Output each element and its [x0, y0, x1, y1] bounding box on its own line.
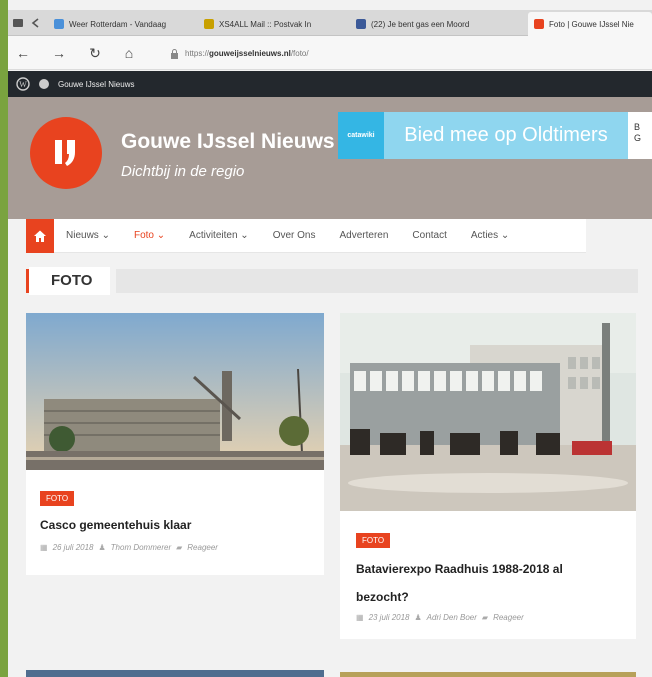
- page-title: FOTO: [29, 267, 111, 295]
- url-host: gouweijsselnieuws.nl: [209, 49, 291, 58]
- address-toolbar: ← → ↻ ⌂ https://gouweijsselnieuws.nl/fot…: [8, 36, 652, 70]
- weather-favicon-icon: [54, 19, 64, 29]
- url-scheme: https://: [185, 49, 210, 58]
- house-icon: [34, 230, 46, 242]
- post-card: FOTO Casco gemeentehuis klaar ▦ 26 juli …: [26, 313, 324, 575]
- admin-bar: W Gouwe IJssel Nieuws: [8, 71, 652, 97]
- mail-favicon-icon: [204, 19, 214, 29]
- site-favicon-icon: [534, 19, 544, 29]
- tab-weather[interactable]: Weer Rotterdam - Vandaag: [48, 13, 196, 35]
- ad-side-line: G: [634, 133, 642, 143]
- tab-label: Foto | Gouwe IJssel Nie: [549, 19, 634, 29]
- menu-item-contact[interactable]: Contact: [400, 219, 458, 253]
- post-meta: ▦ 26 juli 2018 ♟ Thom Dommerer ▰ Reageer: [40, 543, 218, 552]
- post-image-peek[interactable]: [340, 672, 636, 677]
- post-image-town-hall-construction[interactable]: [26, 313, 324, 470]
- calendar-icon: ▦: [356, 613, 364, 622]
- post-image-peek[interactable]: [26, 670, 324, 677]
- tab-label: XS4ALL Mail :: Postvak In: [219, 19, 312, 29]
- svg-text:W: W: [19, 80, 27, 89]
- category-badge[interactable]: FOTO: [356, 533, 391, 548]
- admin-site-link[interactable]: Gouwe IJssel Nieuws: [58, 80, 134, 89]
- site-title[interactable]: Gouwe IJssel Nieuws: [121, 130, 335, 154]
- post-date[interactable]: 23 juli 2018: [369, 613, 410, 622]
- post-comments-link[interactable]: Reageer: [493, 613, 524, 622]
- comment-icon: ▰: [176, 543, 183, 552]
- user-icon: ♟: [98, 543, 106, 552]
- ad-banner[interactable]: catawiki Bied mee op Oldtimers B G: [338, 112, 652, 159]
- wordpress-icon[interactable]: W: [16, 77, 30, 91]
- menu-label: Foto: [133, 229, 154, 241]
- tab-bar: Weer Rotterdam - Vandaag XS4ALL Mail :: …: [8, 10, 652, 36]
- site-header: Gouwe IJssel Nieuws Dichtbij in de regio…: [8, 97, 652, 219]
- menu-label: Over Ons: [272, 229, 316, 241]
- menu-label: Adverteren: [339, 229, 389, 241]
- lock-icon: [171, 48, 178, 59]
- section-heading: FOTO: [26, 267, 638, 295]
- comment-icon: ▰: [481, 613, 489, 622]
- home-icon[interactable]: ⌂: [120, 44, 138, 62]
- post-author[interactable]: Thom Dommerer: [111, 543, 171, 552]
- site-logo[interactable]: [30, 117, 102, 189]
- window-icon[interactable]: [12, 17, 24, 29]
- post-card: FOTO Batavierexpo Raadhuis 1988-2018 al …: [340, 313, 636, 639]
- calendar-icon: ▦: [40, 543, 48, 552]
- ad-side-text: B G: [634, 122, 641, 144]
- post-author[interactable]: Adri Den Boer: [427, 613, 477, 622]
- site-tagline: Dichtbij in de regio: [121, 163, 245, 180]
- menu-label: Acties: [470, 229, 499, 241]
- tab-mail[interactable]: XS4ALL Mail :: Postvak In: [198, 13, 346, 35]
- section-divider: [116, 269, 638, 293]
- post-comments-link[interactable]: Reageer: [187, 543, 218, 552]
- category-badge[interactable]: FOTO: [40, 491, 75, 506]
- forward-arrow-icon[interactable]: →: [50, 44, 68, 62]
- browser-window: Weer Rotterdam - Vandaag XS4ALL Mail :: …: [8, 0, 652, 677]
- tab-facebook[interactable]: (22) Je bent gas een Moord: [350, 13, 524, 35]
- menu-item-foto[interactable]: Foto ⌄: [122, 219, 177, 253]
- ad-logo: catawiki: [338, 112, 384, 159]
- ad-headline: Bied mee op Oldtimers: [384, 112, 628, 159]
- back-tab-icon[interactable]: [30, 17, 42, 29]
- url-bar[interactable]: https://gouweijsselnieuws.nl/foto/: [170, 44, 640, 63]
- tab-label: (22) Je bent gas een Moord: [371, 19, 470, 29]
- dashboard-icon[interactable]: [38, 78, 50, 90]
- post-title-line[interactable]: bezocht?: [356, 583, 409, 611]
- menu-item-nieuws[interactable]: Nieuws ⌄: [54, 219, 122, 253]
- post-meta: ▦ 23 juli 2018 ♟ Adri Den Boer ▰ Reageer: [356, 613, 524, 622]
- post-image-raadhuis-historic[interactable]: [340, 313, 636, 511]
- back-arrow-icon[interactable]: ←: [14, 44, 32, 62]
- menu-label: Nieuws: [66, 229, 99, 241]
- logo-mark-icon: [55, 140, 75, 166]
- post-title-line[interactable]: Batavierexpo Raadhuis 1988-2018 al: [356, 555, 563, 583]
- post-title[interactable]: Casco gemeentehuis klaar: [40, 511, 191, 539]
- tab-label: Weer Rotterdam - Vandaag: [69, 19, 167, 29]
- tab-foto[interactable]: Foto | Gouwe IJssel Nie: [528, 12, 652, 36]
- menu-label: Activiteiten: [189, 229, 238, 241]
- refresh-icon[interactable]: ↻: [86, 44, 104, 62]
- ad-side-line: B: [634, 122, 641, 132]
- user-icon: ♟: [414, 613, 422, 622]
- menu-item-adverteren[interactable]: Adverteren: [327, 219, 400, 253]
- menu-label: Contact: [412, 229, 447, 241]
- menu-home-button[interactable]: [26, 218, 54, 253]
- menu-item-acties[interactable]: Acties ⌄: [459, 219, 521, 253]
- url-path: /foto/: [290, 49, 309, 58]
- main-menu: Nieuws ⌄ Foto ⌄ Activiteiten ⌄ Over Ons …: [26, 218, 586, 253]
- menu-item-activiteiten[interactable]: Activiteiten ⌄: [177, 219, 261, 253]
- facebook-favicon-icon: [356, 19, 366, 29]
- post-date[interactable]: 26 juli 2018: [53, 543, 94, 552]
- menu-item-over-ons[interactable]: Over Ons: [261, 219, 328, 253]
